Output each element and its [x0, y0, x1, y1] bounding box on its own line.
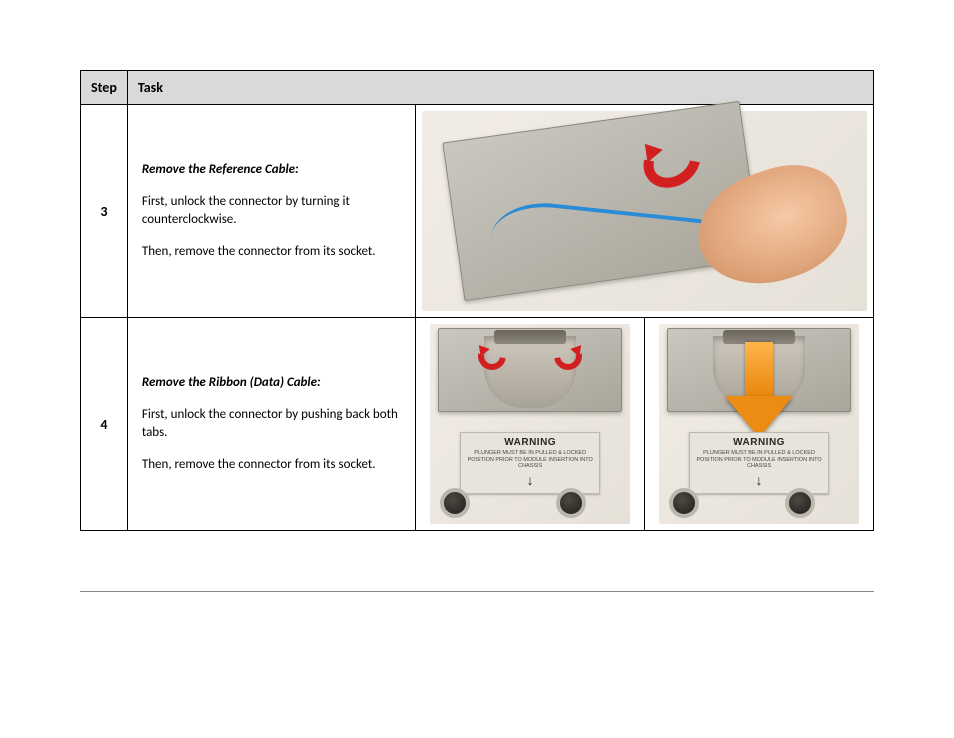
- task-title: Remove the Ribbon (Data) Cable:: [142, 374, 401, 392]
- task-text: Remove the Reference Cable: First, unloc…: [127, 105, 415, 318]
- ribbon-unlock-photo: WARNING PLUNGER MUST BE IN PULLED & LOCK…: [430, 324, 630, 524]
- task-p2: Then, remove the connector from its sock…: [142, 456, 401, 474]
- warning-title: WARNING: [463, 437, 597, 448]
- task-text: Remove the Ribbon (Data) Cable: First, u…: [127, 318, 415, 531]
- warning-title: WARNING: [692, 437, 826, 448]
- rotate-ccw-icon: [642, 136, 702, 186]
- warning-label: WARNING PLUNGER MUST BE IN PULLED & LOCK…: [689, 432, 829, 494]
- step-number: 3: [81, 105, 128, 318]
- fastener-icon: [785, 488, 815, 518]
- warning-body: PLUNGER MUST BE IN PULLED & LOCKED POSIT…: [465, 450, 595, 470]
- reference-cable-photo: [422, 111, 867, 311]
- fastener-icon: [556, 488, 586, 518]
- warning-body: PLUNGER MUST BE IN PULLED & LOCKED POSIT…: [694, 450, 824, 470]
- figure-cell: [416, 105, 874, 318]
- warning-label: WARNING PLUNGER MUST BE IN PULLED & LOCK…: [460, 432, 600, 494]
- table-row: 4 Remove the Ribbon (Data) Cable: First,…: [81, 318, 874, 531]
- unlock-tab-right-icon: [554, 342, 582, 370]
- unlock-tab-left-icon: [478, 342, 506, 370]
- header-step: Step: [81, 71, 128, 105]
- procedure-table: Step Task 3 Remove the Reference Cable: …: [80, 70, 874, 531]
- fastener-icon: [440, 488, 470, 518]
- footer-divider: [80, 591, 874, 592]
- header-task: Task: [127, 71, 873, 105]
- task-title: Remove the Reference Cable:: [142, 161, 401, 179]
- ribbon-remove-photo: WARNING PLUNGER MUST BE IN PULLED & LOCK…: [659, 324, 859, 524]
- fastener-icon: [669, 488, 699, 518]
- down-arrow-icon: ↓: [692, 473, 826, 487]
- step-number: 4: [81, 318, 128, 531]
- down-arrow-icon: ↓: [463, 473, 597, 487]
- figure-cell: WARNING PLUNGER MUST BE IN PULLED & LOCK…: [645, 318, 874, 531]
- task-p1: First, unlock the connector by pushing b…: [142, 406, 401, 442]
- task-p1: First, unlock the connector by turning i…: [142, 193, 401, 229]
- task-p2: Then, remove the connector from its sock…: [142, 243, 401, 261]
- figure-cell: WARNING PLUNGER MUST BE IN PULLED & LOCK…: [416, 318, 645, 531]
- table-row: 3 Remove the Reference Cable: First, unl…: [81, 105, 874, 318]
